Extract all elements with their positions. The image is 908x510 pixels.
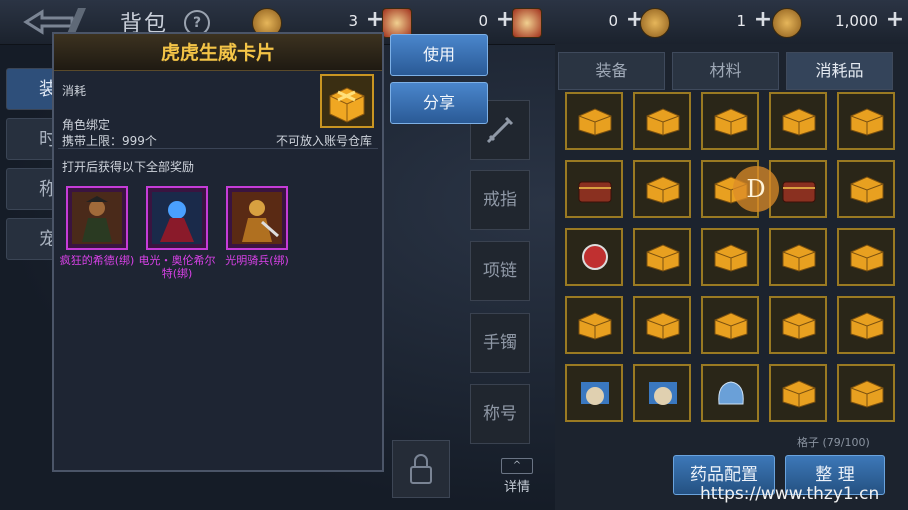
gift-ornament-icon	[581, 382, 609, 405]
item-icon	[320, 74, 374, 128]
gift-box-icon	[850, 380, 884, 408]
inventory-slot[interactable]	[565, 296, 623, 354]
left-tab-equipment[interactable]: 装	[6, 68, 57, 110]
popup-title: 虎虎生威卡片	[160, 42, 275, 64]
reward-card-3[interactable]	[226, 186, 288, 250]
reward-card-1[interactable]	[66, 186, 128, 250]
gift-box-icon	[782, 380, 816, 408]
use-button[interactable]: 使用	[390, 34, 488, 76]
gift-box-icon	[646, 244, 680, 272]
inventory-slot[interactable]	[701, 92, 759, 150]
gift-box-icon	[782, 312, 816, 340]
capacity-label: 格子 (79/100)	[797, 436, 870, 449]
inventory-slot[interactable]	[633, 296, 691, 354]
inventory-slot[interactable]	[565, 228, 623, 286]
inventory-slot[interactable]	[565, 364, 623, 422]
left-tab-title[interactable]: 称	[6, 168, 57, 210]
gift-box-icon	[646, 108, 680, 136]
carry-limit: 携带上限：999个	[62, 134, 157, 148]
tab-materials[interactable]: 材料	[672, 52, 779, 90]
resource-value: 1,000	[835, 12, 878, 30]
locked-slot	[392, 440, 450, 498]
inventory-slot[interactable]	[769, 296, 827, 354]
character-card-icon	[152, 192, 202, 244]
red-orb-icon	[582, 244, 608, 270]
lock-icon	[410, 454, 432, 484]
add-gold-ingot-button[interactable]: +	[884, 9, 906, 31]
red-badge-icon	[512, 8, 542, 38]
title-slot[interactable]: 称号	[470, 384, 530, 444]
inventory-slot[interactable]	[837, 228, 895, 286]
resource-value: 0	[478, 12, 488, 30]
warehouse-note: 不可放入账号仓库	[276, 134, 373, 148]
resource-value: 3	[348, 12, 358, 30]
reward-card-2[interactable]	[146, 186, 208, 250]
character-card-icon	[72, 192, 122, 244]
resource-value: 1	[736, 12, 746, 30]
gift-box-icon	[714, 244, 748, 272]
inventory-slot[interactable]	[633, 92, 691, 150]
expand-arrow-icon: ^	[501, 458, 533, 474]
necklace-slot[interactable]: 项链	[470, 241, 530, 301]
bind-status: 角色绑定	[62, 118, 111, 132]
gift-box-icon	[646, 312, 680, 340]
gift-box-icon	[850, 312, 884, 340]
left-tab-pet[interactable]: 宠	[6, 218, 57, 260]
character-card-icon	[232, 192, 282, 244]
item-type: 消耗	[62, 84, 87, 98]
inventory-slot[interactable]	[837, 160, 895, 218]
gift-box-icon	[782, 244, 816, 272]
gift-box-icon	[714, 108, 748, 136]
inventory-slot[interactable]	[769, 92, 827, 150]
blue-pouch-icon	[718, 381, 744, 405]
reward-label-3: 光明骑兵(绑)	[225, 254, 289, 267]
item-detail-popup: 虎虎生威卡片 消耗 角色绑定 携带上限：999个 不可放入账号仓库 打开后获得以…	[52, 32, 384, 472]
gift-box-icon	[714, 312, 748, 340]
share-button[interactable]: 分享	[390, 82, 488, 124]
resource-value: 0	[608, 12, 618, 30]
inventory-grid	[565, 92, 905, 427]
inventory-slot[interactable]	[837, 92, 895, 150]
detail-label: 详情	[503, 480, 530, 495]
gift-box-icon	[850, 108, 884, 136]
gift-ornament-icon	[649, 382, 677, 405]
treasure-chest-icon	[578, 181, 612, 203]
inventory-slot[interactable]	[565, 92, 623, 150]
bracelet-slot[interactable]: 手镯	[470, 313, 530, 373]
inventory-slot[interactable]	[633, 364, 691, 422]
inventory-slot[interactable]	[837, 364, 895, 422]
gift-box-icon	[578, 312, 612, 340]
add-bronze-coin-button[interactable]: +	[752, 9, 774, 31]
ring-slot[interactable]: 戒指	[470, 170, 530, 230]
inventory-slot[interactable]	[837, 296, 895, 354]
tab-equipment[interactable]: 装备	[558, 52, 665, 90]
inventory-slot[interactable]	[633, 228, 691, 286]
bronze-coin-icon	[640, 8, 670, 38]
gift-box-icon	[329, 87, 365, 123]
reward-label-2: 电光・奥伦希尔特(绑)	[138, 254, 216, 280]
left-tab-fashion[interactable]: 时	[6, 118, 57, 160]
gift-box-icon	[646, 176, 680, 204]
divider	[58, 148, 378, 149]
reward-label-1: 疯狂的希德(绑)	[59, 254, 135, 267]
inventory-slot[interactable]	[701, 296, 759, 354]
gift-box-icon	[782, 108, 816, 136]
watermark: https://www.thzy1.cn	[700, 484, 880, 504]
detail-button[interactable]: ^ 详情	[498, 458, 536, 495]
inventory-slot[interactable]	[769, 364, 827, 422]
inventory-slot[interactable]	[701, 228, 759, 286]
treasure-chest-icon	[782, 181, 816, 203]
inventory-slot[interactable]	[565, 160, 623, 218]
gold-ingot-icon	[772, 8, 802, 38]
tab-consumables[interactable]: 消耗品	[786, 52, 893, 90]
gift-box-icon	[850, 244, 884, 272]
inventory-slot[interactable]	[769, 228, 827, 286]
floating-badge[interactable]: D	[733, 166, 779, 212]
gift-box-icon	[578, 108, 612, 136]
inventory-slot[interactable]	[633, 160, 691, 218]
gift-box-icon	[850, 176, 884, 204]
reward-heading: 打开后获得以下全部奖励	[62, 160, 195, 174]
inventory-slot[interactable]	[701, 364, 759, 422]
